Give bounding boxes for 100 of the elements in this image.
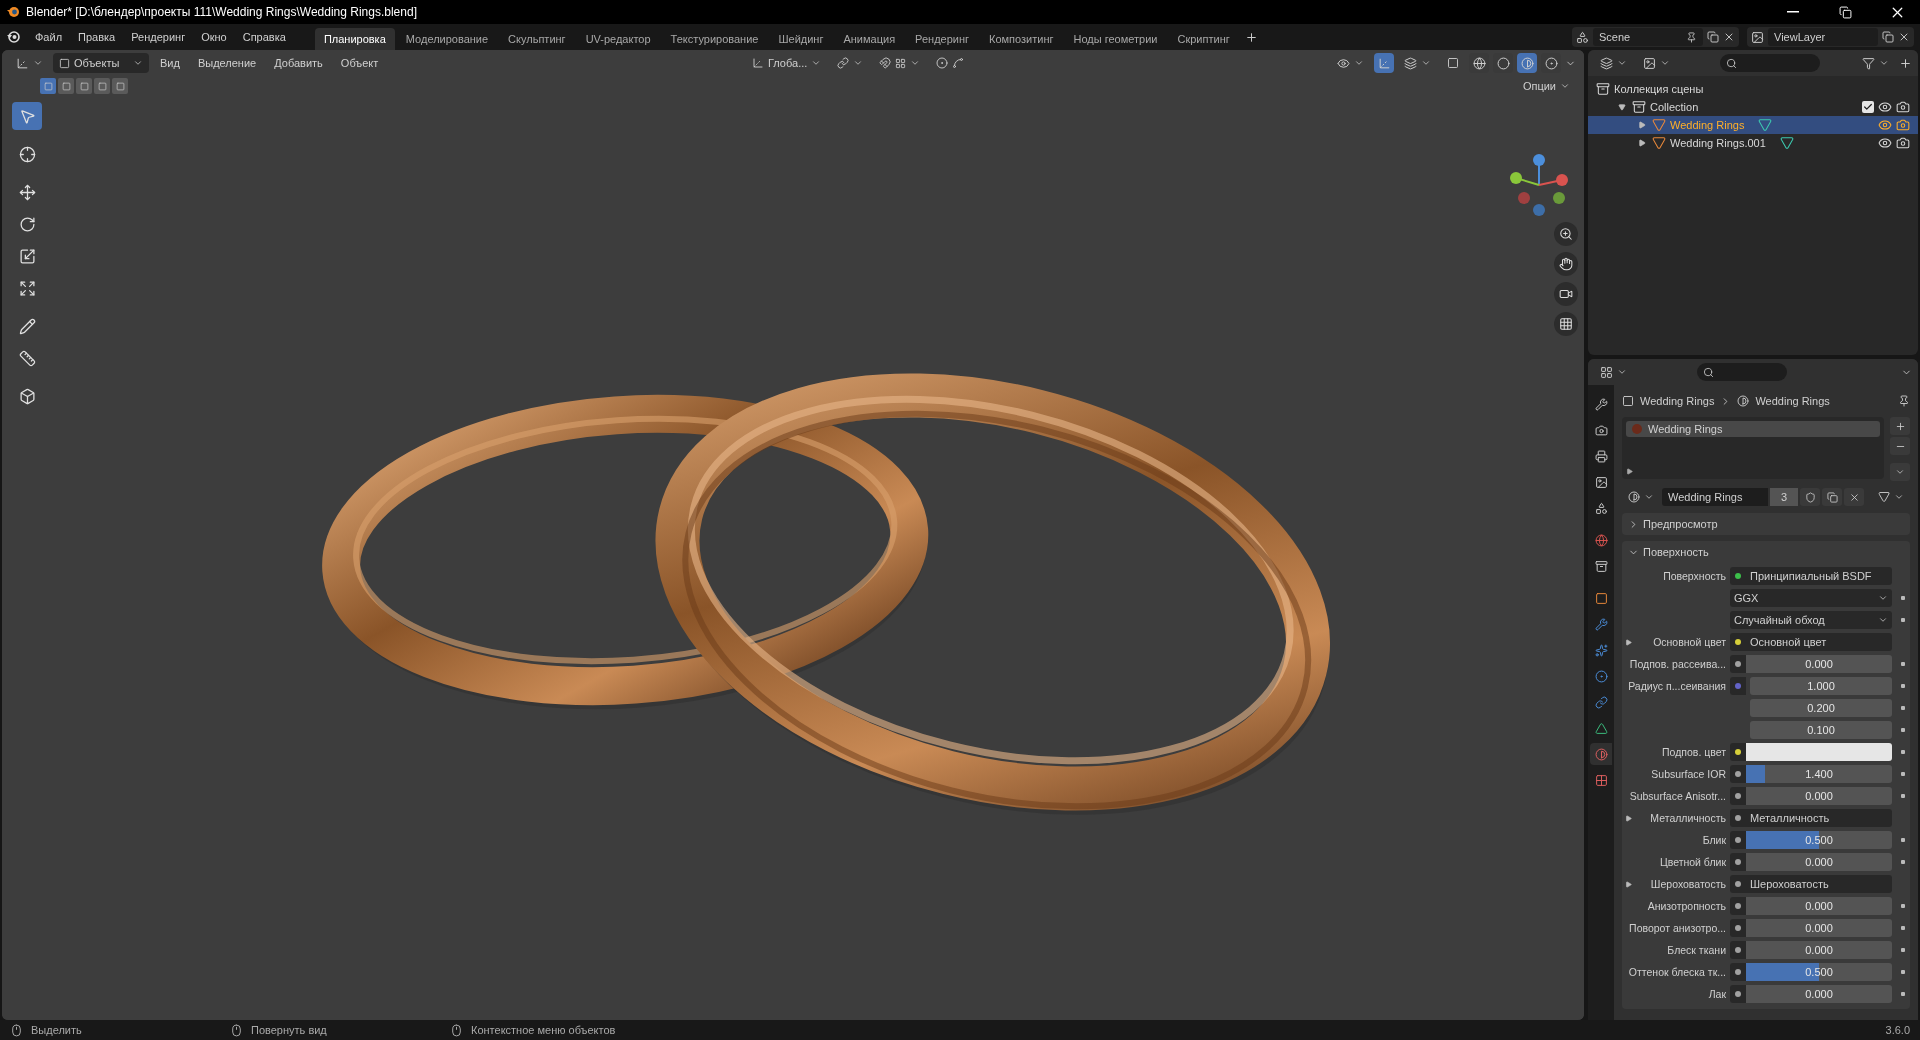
slider-field[interactable]: 0.500 [1746,963,1892,981]
copy-icon[interactable] [1882,31,1894,43]
eye-icon[interactable] [1878,118,1892,132]
dropdown-field[interactable]: Случайный обход [1730,611,1892,629]
workspace-tab[interactable]: Шейдинг [769,28,833,50]
expand-toggle[interactable] [1636,137,1648,149]
menu-item[interactable]: Выделение [190,54,264,72]
workspace-tab[interactable]: UV-редактор [576,28,660,50]
eye-icon[interactable] [1878,100,1892,114]
socket-button[interactable] [1730,985,1746,1003]
slider-field[interactable]: 0.500 [1746,831,1892,849]
link-field[interactable]: Шероховатость [1746,875,1892,893]
slider-field[interactable]: 0.000 [1746,655,1892,673]
slider-field[interactable]: 0.000 [1746,787,1892,805]
number-field[interactable]: 1.000 [1750,677,1892,695]
socket-button[interactable] [1730,941,1746,959]
link-field[interactable]: Основной цвет [1746,633,1892,651]
material-name-field[interactable]: Wedding Rings [1662,488,1768,506]
add-slot-button[interactable] [1890,417,1910,435]
eye-icon[interactable] [1878,136,1892,150]
outliner-row[interactable]: Collection [1588,98,1918,116]
slider-field[interactable]: 0.000 [1746,919,1892,937]
duplicate-button[interactable] [1822,488,1842,506]
panel-header[interactable]: Поверхность [1622,541,1910,563]
socket-button[interactable] [1730,919,1746,937]
socket-button[interactable] [1730,743,1746,761]
link-field[interactable]: Металличность [1746,809,1892,827]
socket-button[interactable] [1730,765,1746,783]
menu-item[interactable]: Файл [28,28,70,46]
user-count[interactable]: 3 [1770,488,1798,506]
options-dropdown[interactable]: Опции [1516,76,1576,96]
gizmo-toggle[interactable] [1374,53,1394,73]
socket-button[interactable] [1730,567,1746,585]
breadcrumb-item[interactable]: Wedding Rings [1755,395,1830,407]
material-slot[interactable]: Wedding Rings [1626,421,1880,437]
workspace-tab[interactable]: Планировка [314,28,395,50]
socket-button[interactable] [1730,831,1746,849]
expand-toggle[interactable] [1636,119,1648,131]
workspace-tab[interactable]: Анимация [834,28,905,50]
number-field[interactable]: 0.200 [1750,699,1892,717]
remove-icon[interactable] [1898,31,1910,43]
mode-dropdown[interactable]: Объекты [53,53,149,73]
workspace-tab[interactable]: Композитинг [980,28,1063,50]
search-field[interactable] [1720,54,1820,72]
tool-button[interactable] [12,102,42,130]
menu-item[interactable]: Рендеринг [124,28,193,46]
socket-button[interactable] [1730,633,1746,651]
menu-item[interactable]: Объект [333,54,386,72]
socket-button[interactable] [1730,809,1746,827]
shading-button[interactable] [1517,53,1537,73]
workspace-tab[interactable]: Рендеринг [906,28,979,50]
outliner-row[interactable]: Wedding Rings.001 [1588,134,1918,152]
object-icon [1622,395,1634,407]
workspace-tab[interactable]: Текстурирование [661,28,768,50]
camera-icon[interactable] [1896,136,1910,150]
outliner-row[interactable]: Wedding Rings [1588,116,1918,134]
number-field[interactable]: 0.100 [1750,721,1892,739]
link-field[interactable]: Принципиальный BSDF [1746,567,1892,585]
search-field[interactable] [1697,363,1787,381]
remove-icon[interactable] [1723,31,1735,43]
outliner-row[interactable]: Коллекция сцены [1588,80,1918,98]
scene-selector[interactable]: Scene [1572,27,1739,47]
menu-item[interactable]: Справка [235,28,293,46]
pin-icon[interactable] [1898,395,1910,407]
panel-header[interactable]: Предпросмотр [1622,513,1910,535]
socket-button[interactable] [1730,787,1746,805]
socket-button[interactable] [1730,655,1746,673]
fake-user-button[interactable] [1800,488,1820,506]
view-layer-selector[interactable]: ViewLayer [1747,27,1914,47]
menu-item[interactable]: Добавить [267,54,330,72]
breadcrumb-item[interactable]: Wedding Rings [1640,395,1715,407]
add-workspace-icon[interactable] [1244,30,1258,44]
socket-button[interactable] [1730,853,1746,871]
expand-toggle[interactable] [1616,101,1628,113]
camera-icon[interactable] [1896,100,1910,114]
socket-button[interactable] [1730,875,1746,893]
workspace-tab[interactable]: Скульптинг [499,28,575,50]
menu-item[interactable]: Правка [71,28,123,46]
checkbox[interactable] [1862,101,1874,113]
slider-field[interactable]: 1.400 [1746,765,1892,783]
camera-icon[interactable] [1896,118,1910,132]
orientation-dropdown[interactable]: Глоба... [746,53,828,73]
slider-field[interactable]: 0.000 [1746,897,1892,915]
unlink-button[interactable] [1844,488,1864,506]
slider-field[interactable]: 0.000 [1746,985,1892,1003]
new-collection-icon[interactable] [1899,56,1912,70]
slider-field[interactable]: 0.000 [1746,853,1892,871]
socket-button[interactable] [1730,963,1746,981]
workspace-tab[interactable]: Ноды геометрии [1064,28,1167,50]
workspace-tab[interactable]: Скриптинг [1168,28,1239,50]
menu-item[interactable]: Окно [194,28,234,46]
workspace-tab[interactable]: Моделирование [396,28,498,50]
color-swatch[interactable] [1746,743,1892,761]
expand-icon[interactable] [1626,468,1633,475]
socket-button[interactable] [1730,897,1746,915]
copy-icon[interactable] [1707,31,1719,43]
dropdown-field[interactable]: GGX [1730,589,1892,607]
pin-icon[interactable] [1686,31,1697,43]
menu-item[interactable]: Вид [153,54,187,72]
slider-field[interactable]: 0.000 [1746,941,1892,959]
